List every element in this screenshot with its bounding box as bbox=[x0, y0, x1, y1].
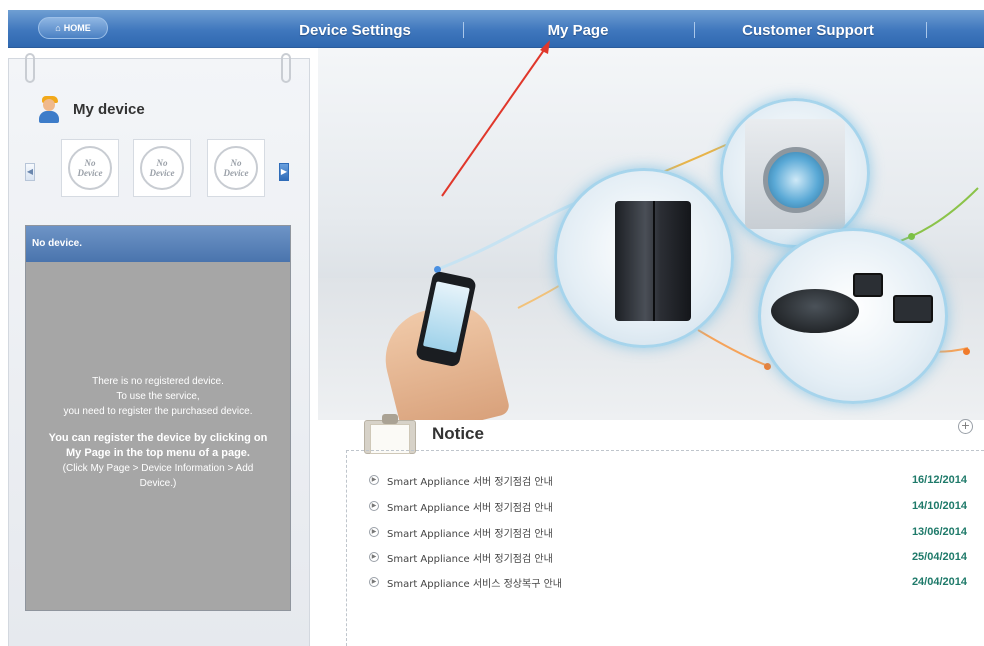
user-icon bbox=[37, 95, 61, 123]
notice-item-title[interactable]: Smart Appliance 서비스 정상복구 안내 bbox=[387, 575, 912, 590]
my-device-title: My device bbox=[73, 100, 145, 118]
carousel-next-button[interactable]: ▶ bbox=[279, 163, 289, 181]
home-button[interactable]: ⌂ HOME bbox=[38, 17, 108, 39]
no-device-message: There is no registered device. To use th… bbox=[48, 376, 268, 489]
nav-separator bbox=[694, 22, 695, 38]
washing-machine-image bbox=[745, 119, 845, 229]
carousel-prev-button[interactable]: ◀ bbox=[25, 163, 35, 181]
hero-banner bbox=[318, 48, 984, 420]
tablet-image bbox=[853, 273, 883, 297]
notice-item[interactable]: ▶ Smart Appliance 서버 정기점검 안내 14/10/2014 bbox=[369, 497, 967, 515]
notice-item-title[interactable]: Smart Appliance 서버 정기점검 안내 bbox=[387, 525, 912, 540]
arrow-bullet-icon: ▶ bbox=[369, 527, 379, 537]
nav-customer-support[interactable]: Customer Support bbox=[718, 10, 898, 48]
robot-vacuum-image bbox=[771, 289, 859, 333]
binder-clip bbox=[281, 53, 291, 83]
notice-clipboard-icon bbox=[362, 414, 418, 454]
notice-item[interactable]: ▶ Smart Appliance 서비스 정상복구 안내 24/04/2014 bbox=[369, 573, 967, 591]
notice-item-date: 16/12/2014 bbox=[911, 474, 967, 486]
home-label: HOME bbox=[63, 23, 91, 33]
notice-list: ▶ Smart Appliance 서버 정기점검 안내 16/12/2014 … bbox=[346, 450, 984, 646]
nav-separator bbox=[926, 22, 927, 38]
refrigerator-image bbox=[615, 201, 691, 321]
notice-item-date: 24/04/2014 bbox=[911, 576, 967, 588]
device-status-header: No device. bbox=[26, 226, 290, 262]
arrow-bullet-icon: ▶ bbox=[369, 501, 379, 511]
my-device-heading: My device bbox=[37, 95, 145, 123]
node-dot bbox=[963, 348, 970, 355]
device-slot[interactable]: No Device bbox=[61, 139, 119, 197]
notice-item-title[interactable]: Smart Appliance 서버 정기점검 안내 bbox=[387, 499, 912, 514]
arrow-bullet-icon: ▶ bbox=[369, 475, 379, 485]
device-carousel: ◀ No Device No Device No Device ▶ bbox=[25, 139, 297, 199]
arrow-bullet-icon: ▶ bbox=[369, 552, 379, 562]
nav-my-page[interactable]: My Page bbox=[508, 10, 648, 48]
device-slot[interactable]: No Device bbox=[207, 139, 265, 197]
nav-device-settings[interactable]: Device Settings bbox=[270, 10, 440, 48]
device-slot[interactable]: No Device bbox=[133, 139, 191, 197]
notice-item[interactable]: ▶ Smart Appliance 서버 정기점검 안내 16/12/2014 bbox=[369, 471, 967, 489]
my-device-panel: My device ◀ No Device No Device No Device ▶… bbox=[8, 53, 310, 646]
notice-more-button[interactable]: + bbox=[958, 419, 973, 434]
laptop-image bbox=[893, 295, 933, 323]
refrigerator-bubble bbox=[554, 168, 734, 348]
home-icon: ⌂ bbox=[55, 23, 61, 33]
no-device-icon: No Device bbox=[68, 146, 112, 190]
notice-item[interactable]: ▶ Smart Appliance 서버 정기점검 안내 25/04/2014 bbox=[369, 548, 967, 566]
notice-item-title[interactable]: Smart Appliance 서버 정기점검 안내 bbox=[387, 473, 912, 488]
node-dot bbox=[908, 233, 915, 240]
notice-title: Notice bbox=[432, 424, 484, 443]
notice-item-date: 25/04/2014 bbox=[911, 551, 967, 563]
washer-bubble bbox=[720, 98, 870, 248]
device-status-box: No device. There is no registered device… bbox=[25, 225, 291, 611]
no-device-icon: No Device bbox=[214, 146, 258, 190]
no-device-icon: No Device bbox=[140, 146, 184, 190]
robot-vacuum-bubble bbox=[758, 228, 948, 404]
node-dot bbox=[764, 363, 771, 370]
notice-item[interactable]: ▶ Smart Appliance 서버 정기점검 안내 13/06/2014 bbox=[369, 523, 967, 541]
top-nav: ⌂ HOME Device Settings My Page Customer … bbox=[8, 10, 984, 48]
notice-item-title[interactable]: Smart Appliance 서버 정기점검 안내 bbox=[387, 550, 912, 565]
notice-item-date: 13/06/2014 bbox=[911, 526, 967, 538]
binder-clip bbox=[25, 53, 35, 83]
arrow-bullet-icon: ▶ bbox=[369, 577, 379, 587]
notice-item-date: 14/10/2014 bbox=[911, 500, 967, 512]
nav-separator bbox=[463, 22, 464, 38]
